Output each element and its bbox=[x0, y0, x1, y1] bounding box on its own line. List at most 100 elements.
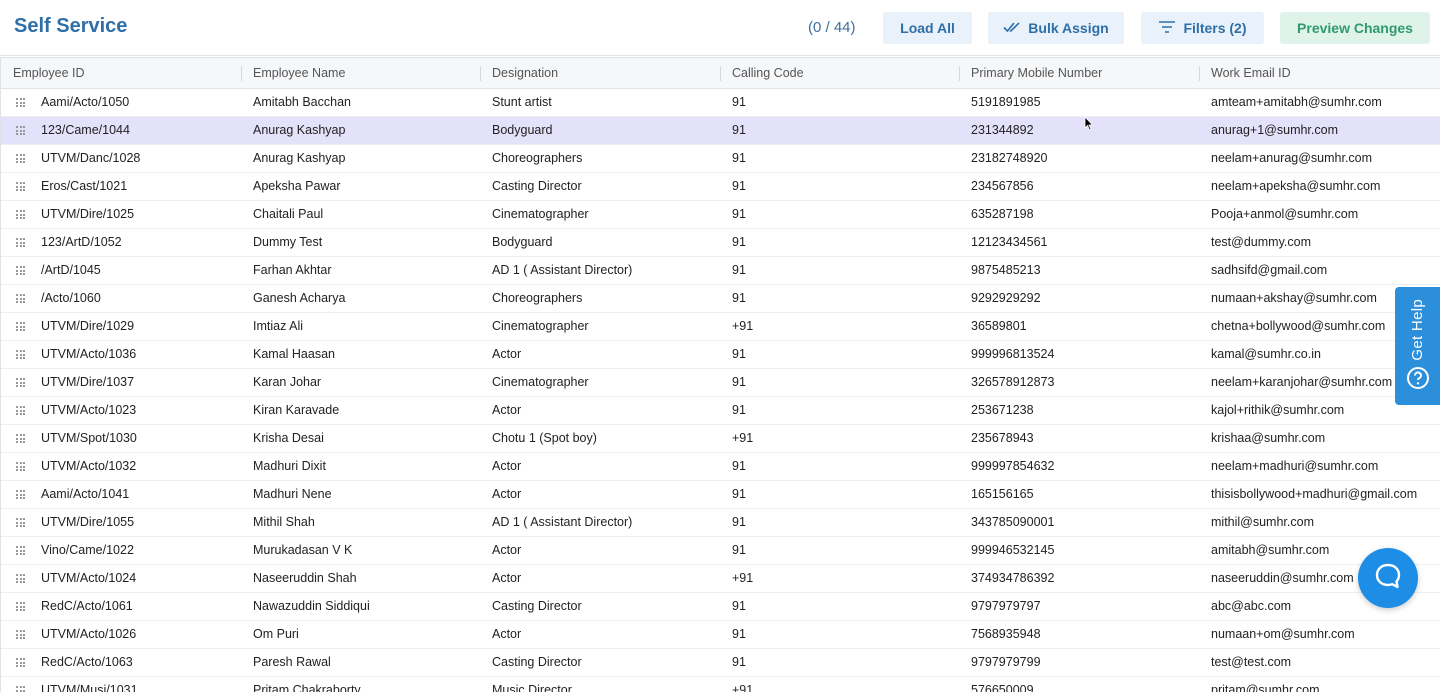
mobile-number-cell[interactable]: 7568935948 bbox=[959, 621, 1199, 648]
table-row[interactable]: UTVM/Acto/1026 Om Puri Actor 91 7568935948 nu… bbox=[1, 621, 1440, 649]
mobile-number-cell[interactable]: 9292929292 bbox=[959, 285, 1199, 312]
calling-code-cell[interactable]: 91 bbox=[720, 229, 959, 256]
calling-code-cell[interactable]: 91 bbox=[720, 649, 959, 676]
designation-cell[interactable]: Cinematographer bbox=[480, 369, 720, 396]
mobile-number-cell[interactable]: 36589801 bbox=[959, 313, 1199, 340]
mobile-number-cell[interactable]: 999996813524 bbox=[959, 341, 1199, 368]
designation-cell[interactable]: Cinematographer bbox=[480, 313, 720, 340]
work-email-cell[interactable]: mithil@sumhr.com bbox=[1199, 509, 1440, 536]
work-email-cell[interactable]: krishaa@sumhr.com bbox=[1199, 425, 1440, 452]
employee-id-cell[interactable]: 123/ArtD/1052 bbox=[1, 229, 241, 256]
employee-name-cell[interactable]: Karan Johar bbox=[241, 369, 480, 396]
table-row[interactable]: UTVM/Musi/1031 Pritam Chakraborty Music Di… bbox=[1, 677, 1440, 692]
table-row[interactable]: Vino/Came/1022 Murukadasan V K Actor 91 9999… bbox=[1, 537, 1440, 565]
employee-name-cell[interactable]: Mithil Shah bbox=[241, 509, 480, 536]
employee-id-cell[interactable]: UTVM/Musi/1031 bbox=[1, 677, 241, 692]
employee-id-cell[interactable]: UTVM/Acto/1032 bbox=[1, 453, 241, 480]
mobile-number-cell[interactable]: 9797979799 bbox=[959, 649, 1199, 676]
table-row[interactable]: Aami/Acto/1050 Amitabh Bacchan Stunt artis… bbox=[1, 89, 1440, 117]
employee-id-cell[interactable]: 123/Came/1044 bbox=[1, 117, 241, 144]
work-email-cell[interactable]: neelam+anurag@sumhr.com bbox=[1199, 145, 1440, 172]
employee-id-cell[interactable]: UTVM/Acto/1026 bbox=[1, 621, 241, 648]
calling-code-cell[interactable]: 91 bbox=[720, 201, 959, 228]
table-row[interactable]: UTVM/Danc/1028 Anurag Kashyap Choreographe… bbox=[1, 145, 1440, 173]
designation-cell[interactable]: Actor bbox=[480, 341, 720, 368]
calling-code-cell[interactable]: 91 bbox=[720, 285, 959, 312]
work-email-cell[interactable]: sadhsifd@gmail.com bbox=[1199, 257, 1440, 284]
mobile-number-cell[interactable]: 999997854632 bbox=[959, 453, 1199, 480]
employee-name-cell[interactable]: Farhan Akhtar bbox=[241, 257, 480, 284]
employee-name-cell[interactable]: Pritam Chakraborty bbox=[241, 677, 480, 692]
employee-id-cell[interactable]: Aami/Acto/1041 bbox=[1, 481, 241, 508]
designation-cell[interactable]: Actor bbox=[480, 397, 720, 424]
mobile-number-cell[interactable]: 9797979797 bbox=[959, 593, 1199, 620]
col-employee-id-header[interactable]: Employee ID bbox=[1, 58, 241, 88]
employee-name-cell[interactable]: Om Puri bbox=[241, 621, 480, 648]
col-calling-code-header[interactable]: Calling Code bbox=[720, 58, 959, 88]
col-work-email-header[interactable]: Work Email ID bbox=[1199, 58, 1440, 88]
mobile-number-cell[interactable]: 374934786392 bbox=[959, 565, 1199, 592]
table-row[interactable]: /ArtD/1045 Farhan Akhtar AD 1 ( Assistant … bbox=[1, 257, 1440, 285]
designation-cell[interactable]: Chotu 1 (Spot boy) bbox=[480, 425, 720, 452]
calling-code-cell[interactable]: +91 bbox=[720, 677, 959, 692]
designation-cell[interactable]: Bodyguard bbox=[480, 117, 720, 144]
calling-code-cell[interactable]: 91 bbox=[720, 509, 959, 536]
work-email-cell[interactable]: thisisbollywood+madhuri@gmail.com bbox=[1199, 481, 1440, 508]
work-email-cell[interactable]: amteam+amitabh@sumhr.com bbox=[1199, 89, 1440, 116]
table-row[interactable]: 123/ArtD/1052 Dummy Test Bodyguard 91 121234… bbox=[1, 229, 1440, 257]
table-row[interactable]: Eros/Cast/1021 Apeksha Pawar Casting Direc… bbox=[1, 173, 1440, 201]
table-row[interactable]: UTVM/Dire/1025 Chaitali Paul Cinematograph… bbox=[1, 201, 1440, 229]
mobile-number-cell[interactable]: 234567856 bbox=[959, 173, 1199, 200]
employee-id-cell[interactable]: UTVM/Acto/1024 bbox=[1, 565, 241, 592]
chat-button[interactable] bbox=[1358, 548, 1418, 608]
work-email-cell[interactable]: anurag+1@sumhr.com bbox=[1199, 117, 1440, 144]
mobile-number-cell[interactable]: 253671238 bbox=[959, 397, 1199, 424]
calling-code-cell[interactable]: 91 bbox=[720, 257, 959, 284]
get-help-tab[interactable]: Get Help bbox=[1395, 287, 1440, 405]
employee-name-cell[interactable]: Murukadasan V K bbox=[241, 537, 480, 564]
table-row[interactable]: UTVM/Acto/1032 Madhuri Dixit Actor 91 999997… bbox=[1, 453, 1440, 481]
load-all-button[interactable]: Load All bbox=[883, 12, 972, 44]
employee-name-cell[interactable]: Anurag Kashyap bbox=[241, 145, 480, 172]
col-primary-mobile-header[interactable]: Primary Mobile Number bbox=[959, 58, 1199, 88]
mobile-number-cell[interactable]: 326578912873 bbox=[959, 369, 1199, 396]
table-row[interactable]: 123/Came/1044 Anurag Kashyap Bodyguard 91 23… bbox=[1, 117, 1440, 145]
calling-code-cell[interactable]: 91 bbox=[720, 537, 959, 564]
table-row[interactable]: UTVM/Dire/1055 Mithil Shah AD 1 ( Assistan… bbox=[1, 509, 1440, 537]
designation-cell[interactable]: Casting Director bbox=[480, 649, 720, 676]
column-resize-handle[interactable] bbox=[1199, 66, 1200, 81]
table-row[interactable]: RedC/Acto/1063 Paresh Rawal Casting Direct… bbox=[1, 649, 1440, 677]
employee-id-cell[interactable]: /Acto/1060 bbox=[1, 285, 241, 312]
mobile-number-cell[interactable]: 231344892 bbox=[959, 117, 1199, 144]
designation-cell[interactable]: Actor bbox=[480, 565, 720, 592]
table-row[interactable]: UTVM/Acto/1036 Kamal Haasan Actor 91 9999968… bbox=[1, 341, 1440, 369]
employee-name-cell[interactable]: Krisha Desai bbox=[241, 425, 480, 452]
calling-code-cell[interactable]: 91 bbox=[720, 173, 959, 200]
designation-cell[interactable]: Actor bbox=[480, 481, 720, 508]
calling-code-cell[interactable]: +91 bbox=[720, 313, 959, 340]
work-email-cell[interactable]: test@dummy.com bbox=[1199, 229, 1440, 256]
employee-name-cell[interactable]: Paresh Rawal bbox=[241, 649, 480, 676]
employee-id-cell[interactable]: UTVM/Dire/1055 bbox=[1, 509, 241, 536]
employee-id-cell[interactable]: Eros/Cast/1021 bbox=[1, 173, 241, 200]
employee-id-cell[interactable]: UTVM/Danc/1028 bbox=[1, 145, 241, 172]
designation-cell[interactable]: Stunt artist bbox=[480, 89, 720, 116]
employee-name-cell[interactable]: Imtiaz Ali bbox=[241, 313, 480, 340]
employee-name-cell[interactable]: Amitabh Bacchan bbox=[241, 89, 480, 116]
employee-name-cell[interactable]: Chaitali Paul bbox=[241, 201, 480, 228]
calling-code-cell[interactable]: 91 bbox=[720, 369, 959, 396]
work-email-cell[interactable]: Pooja+anmol@sumhr.com bbox=[1199, 201, 1440, 228]
designation-cell[interactable]: Choreographers bbox=[480, 285, 720, 312]
mobile-number-cell[interactable]: 9875485213 bbox=[959, 257, 1199, 284]
mobile-number-cell[interactable]: 343785090001 bbox=[959, 509, 1199, 536]
work-email-cell[interactable]: neelam+apeksha@sumhr.com bbox=[1199, 173, 1440, 200]
designation-cell[interactable]: Casting Director bbox=[480, 593, 720, 620]
employee-name-cell[interactable]: Naseeruddin Shah bbox=[241, 565, 480, 592]
employee-name-cell[interactable]: Madhuri Dixit bbox=[241, 453, 480, 480]
designation-cell[interactable]: Cinematographer bbox=[480, 201, 720, 228]
calling-code-cell[interactable]: 91 bbox=[720, 397, 959, 424]
table-row[interactable]: UTVM/Spot/1030 Krisha Desai Chotu 1 (Spot … bbox=[1, 425, 1440, 453]
employee-name-cell[interactable]: Kamal Haasan bbox=[241, 341, 480, 368]
mobile-number-cell[interactable]: 12123434561 bbox=[959, 229, 1199, 256]
mobile-number-cell[interactable]: 165156165 bbox=[959, 481, 1199, 508]
